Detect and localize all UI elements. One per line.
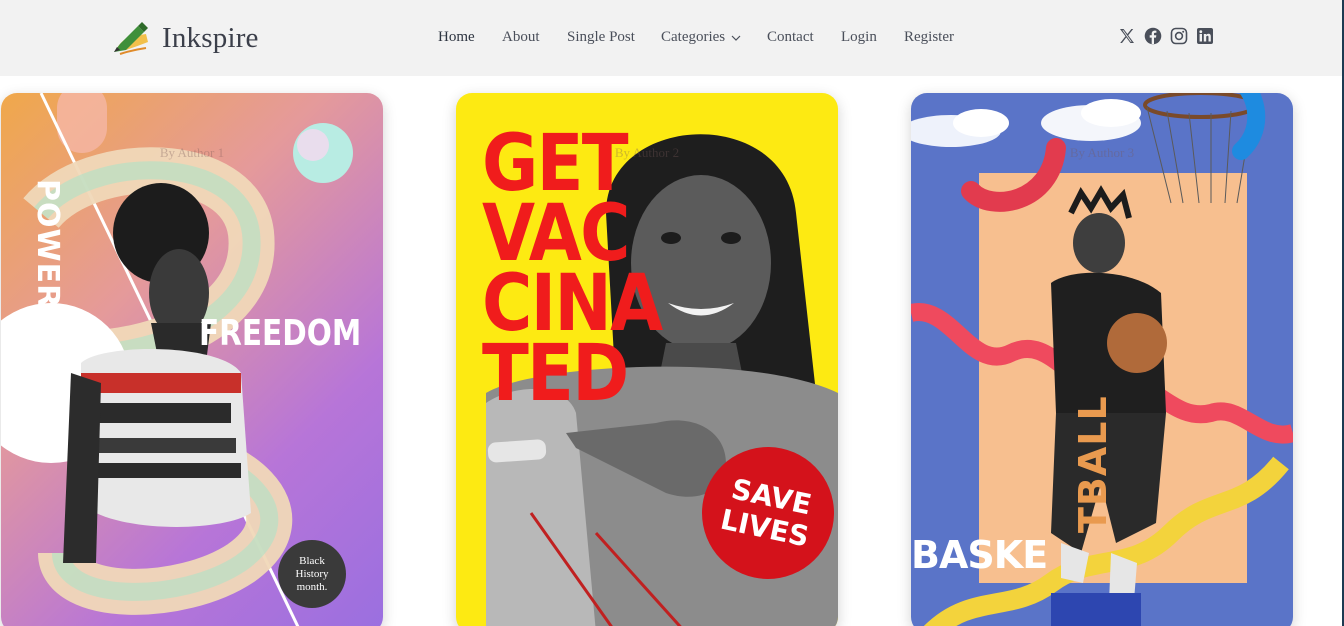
brand-link[interactable]: Inkspire <box>112 18 259 58</box>
x-twitter-icon[interactable] <box>1118 27 1136 45</box>
nav-categories[interactable]: Categories <box>661 26 742 48</box>
nav-categories-label: Categories <box>661 29 726 45</box>
poster-word-freedom: FREEDOM <box>199 313 362 354</box>
nav-home[interactable]: Home <box>438 26 475 48</box>
brand-name: Inkspire <box>162 21 259 54</box>
nav-login[interactable]: Login <box>841 26 877 48</box>
badge-line-1: Black <box>299 554 325 567</box>
page: Inkspire Home About Single Post Categori… <box>0 0 1342 626</box>
navbar: Inkspire Home About Single Post Categori… <box>0 0 1342 76</box>
poster-word-power: POWER <box>30 179 65 309</box>
post-author: By Author 3 <box>1069 145 1135 160</box>
poster-word-baske: BASKE <box>911 533 1048 577</box>
instagram-icon[interactable] <box>1170 27 1188 45</box>
post-author: By Author 1 <box>159 145 225 160</box>
black-history-badge: Black History month. <box>278 540 346 608</box>
post-card-1[interactable]: By Author 1 POWER FREEDOM Black History … <box>1 93 383 626</box>
poster-headline: GET VAC CINA TED <box>482 125 663 419</box>
nav-about[interactable]: About <box>502 26 540 48</box>
pencil-logo-icon <box>114 22 148 55</box>
nav-register[interactable]: Register <box>904 26 954 48</box>
nav-single-post[interactable]: Single Post <box>567 26 635 48</box>
badge-line-2: History <box>295 567 329 580</box>
post-card-3[interactable]: By Author 3 BASKE TBALL <box>911 93 1293 626</box>
chevron-down-icon <box>731 35 741 41</box>
linkedin-icon[interactable] <box>1196 27 1214 45</box>
headline-line-4: TED <box>482 329 629 419</box>
poster-word-tball: TBALL <box>1071 395 1115 533</box>
nav-contact[interactable]: Contact <box>767 26 814 48</box>
facebook-icon[interactable] <box>1144 27 1162 45</box>
post-card-2[interactable]: By Author 2 GET VAC CINA TED SAVE LIVES <box>456 93 838 626</box>
badge-line-3: month. <box>296 580 328 593</box>
